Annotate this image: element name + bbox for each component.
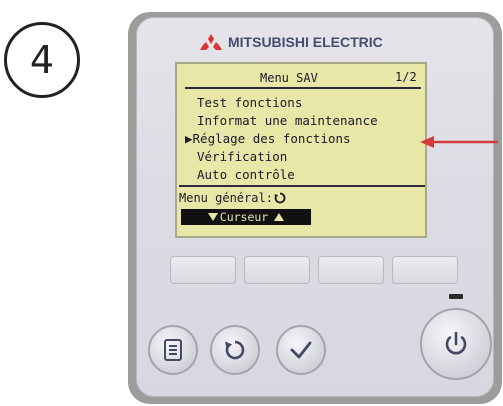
- return-icon: [274, 192, 286, 204]
- menu-item-informat-maintenance[interactable]: Informat une maintenance: [197, 113, 378, 128]
- main-menu-label: Menu général:: [179, 191, 273, 205]
- function-key-2[interactable]: [244, 256, 310, 284]
- page-indicator: 1/2: [395, 70, 417, 84]
- menu-button[interactable]: [148, 325, 198, 375]
- menu-item-auto-controle[interactable]: Auto contrôle: [197, 167, 295, 182]
- brand-logo: MITSUBISHI ELECTRIC: [200, 33, 410, 51]
- status-led: [449, 294, 463, 299]
- function-key-1[interactable]: [170, 256, 236, 284]
- triangle-up-icon: [274, 213, 285, 221]
- menu-title: Menu SAV: [260, 71, 318, 85]
- return-button[interactable]: [210, 325, 260, 375]
- mitsubishi-diamonds-icon: [200, 34, 222, 50]
- step-number: 4: [29, 38, 55, 82]
- menu-item-verification[interactable]: Vérification: [197, 149, 287, 164]
- brand-name: MITSUBISHI ELECTRIC: [228, 34, 383, 50]
- lcd-screen: Menu SAV 1/2 Test fonctions Informat une…: [175, 62, 427, 238]
- header-divider: [185, 87, 421, 89]
- main-menu-hint: Menu général:: [179, 191, 286, 205]
- return-icon: [225, 340, 245, 360]
- cursor-label: Curseur: [219, 210, 269, 224]
- step-number-badge: 4: [4, 22, 80, 98]
- pointer-arrow-icon: [420, 136, 498, 148]
- menu-item-test-fonctions[interactable]: Test fonctions: [197, 95, 302, 110]
- cursor-hint-bar: Curseur: [181, 209, 311, 225]
- function-key-4[interactable]: [392, 256, 458, 284]
- function-key-3[interactable]: [318, 256, 384, 284]
- footer-divider: [179, 185, 425, 187]
- power-button[interactable]: [420, 308, 492, 380]
- menu-item-reglage-fonctions[interactable]: ▶Réglage des fonctions: [185, 131, 351, 146]
- menu-icon: [164, 339, 182, 361]
- triangle-down-icon: [207, 213, 218, 221]
- check-icon: [290, 341, 312, 359]
- confirm-button[interactable]: [276, 325, 326, 375]
- power-icon: [445, 331, 467, 355]
